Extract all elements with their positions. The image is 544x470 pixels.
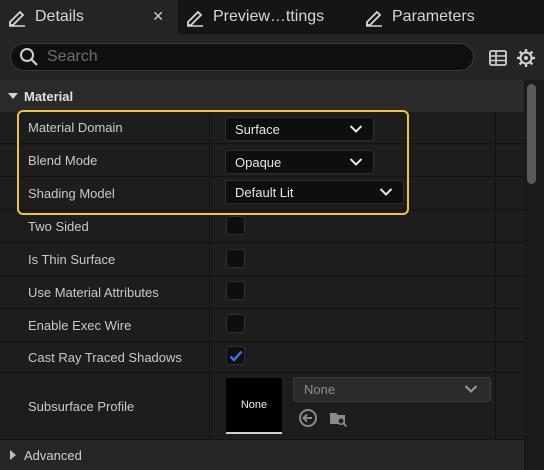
enable-exec-wire-checkbox[interactable]	[226, 314, 245, 333]
pencil-icon	[363, 6, 385, 28]
use-material-attributes-checkbox[interactable]	[226, 281, 245, 300]
category-label: Material	[24, 88, 74, 104]
tab-details[interactable]: Details ✕	[0, 0, 178, 34]
asset-thumbnail[interactable]: None	[226, 378, 282, 434]
column-divider	[495, 374, 496, 439]
column-divider	[209, 310, 210, 341]
dropdown-value: None	[304, 382, 336, 397]
tab-label: Preview…ttings	[213, 8, 325, 25]
column-divider	[209, 277, 210, 308]
column-divider	[209, 374, 210, 439]
shading-model-dropdown[interactable]: Default Lit	[225, 180, 404, 204]
property-label: Material Domain	[28, 120, 123, 135]
details-toolbar	[0, 34, 544, 80]
cast-ray-traced-shadows-checkbox[interactable]	[226, 346, 245, 365]
property-label: Shading Model	[28, 186, 115, 201]
chevron-down-icon	[349, 157, 363, 167]
pencil-icon	[6, 6, 28, 28]
property-label: Blend Mode	[28, 153, 98, 168]
property-row-two-sided: Two Sided	[0, 211, 524, 243]
property-row-blend-mode: Blend Mode Opaque	[0, 145, 524, 177]
category-material[interactable]: Material	[0, 80, 524, 112]
tab-preview-settings[interactable]: Preview…ttings	[184, 0, 360, 34]
material-domain-dropdown[interactable]: Surface	[225, 117, 374, 141]
property-label: Two Sided	[28, 219, 89, 234]
column-divider	[495, 310, 496, 341]
thumbnail-label: None	[240, 399, 268, 411]
property-row-use-material-attributes: Use Material Attributes	[0, 277, 524, 309]
property-row-material-domain: Material Domain Surface	[0, 112, 524, 144]
tab-parameters[interactable]: Parameters	[363, 0, 539, 34]
is-thin-surface-checkbox[interactable]	[226, 249, 245, 268]
scrollbar-thumb[interactable]	[527, 84, 536, 184]
property-label: Is Thin Surface	[28, 252, 116, 267]
column-divider	[495, 211, 496, 242]
column-divider	[209, 112, 210, 143]
chevron-down-icon	[379, 187, 393, 197]
column-divider	[495, 277, 496, 308]
column-divider	[495, 244, 496, 275]
browse-asset-folder-icon[interactable]	[328, 408, 348, 428]
tab-bar: Details ✕ Preview…ttings Parameters	[0, 0, 544, 34]
search-icon	[19, 47, 39, 67]
column-divider	[209, 145, 210, 176]
gear-icon[interactable]	[516, 48, 536, 68]
dropdown-value: Surface	[235, 121, 280, 137]
chevron-down-icon	[349, 124, 363, 134]
dropdown-value: Default Lit	[235, 184, 294, 200]
column-divider	[495, 112, 496, 143]
dropdown-value: Opaque	[235, 154, 282, 170]
two-sided-checkbox[interactable]	[226, 216, 245, 235]
search-input[interactable]	[45, 47, 473, 67]
property-label: Subsurface Profile	[28, 399, 135, 414]
property-label: Use Material Attributes	[28, 285, 159, 300]
blend-mode-dropdown[interactable]: Opaque	[225, 150, 374, 174]
column-divider	[209, 178, 210, 209]
asset-picker-dropdown[interactable]: None	[293, 377, 491, 402]
expand-triangle-icon	[8, 450, 18, 460]
collapse-triangle-icon	[8, 91, 18, 101]
property-row-enable-exec-wire: Enable Exec Wire	[0, 310, 524, 342]
column-divider	[495, 178, 496, 209]
column-divider	[209, 244, 210, 275]
column-divider	[209, 211, 210, 242]
column-divider	[495, 343, 496, 372]
close-icon[interactable]: ✕	[152, 8, 164, 25]
tab-label: Parameters	[392, 8, 475, 25]
use-selected-asset-icon[interactable]	[298, 408, 318, 428]
pencil-icon	[184, 6, 206, 28]
property-row-cast-ray-traced-shadows: Cast Ray Traced Shadows	[0, 343, 524, 373]
category-label: Advanced	[24, 447, 82, 463]
table-view-icon[interactable]	[488, 48, 508, 68]
column-divider	[495, 145, 496, 176]
property-label: Cast Ray Traced Shadows	[28, 350, 182, 365]
property-label: Enable Exec Wire	[28, 318, 132, 333]
category-advanced[interactable]: Advanced	[0, 440, 524, 470]
property-row-shading-model: Shading Model Default Lit	[0, 178, 524, 210]
checkmark-icon	[229, 350, 242, 362]
chevron-down-icon	[464, 382, 478, 397]
tab-label: Details	[35, 8, 84, 25]
search-box[interactable]	[10, 43, 474, 71]
column-divider	[209, 343, 210, 372]
property-row-is-thin-surface: Is Thin Surface	[0, 244, 524, 276]
